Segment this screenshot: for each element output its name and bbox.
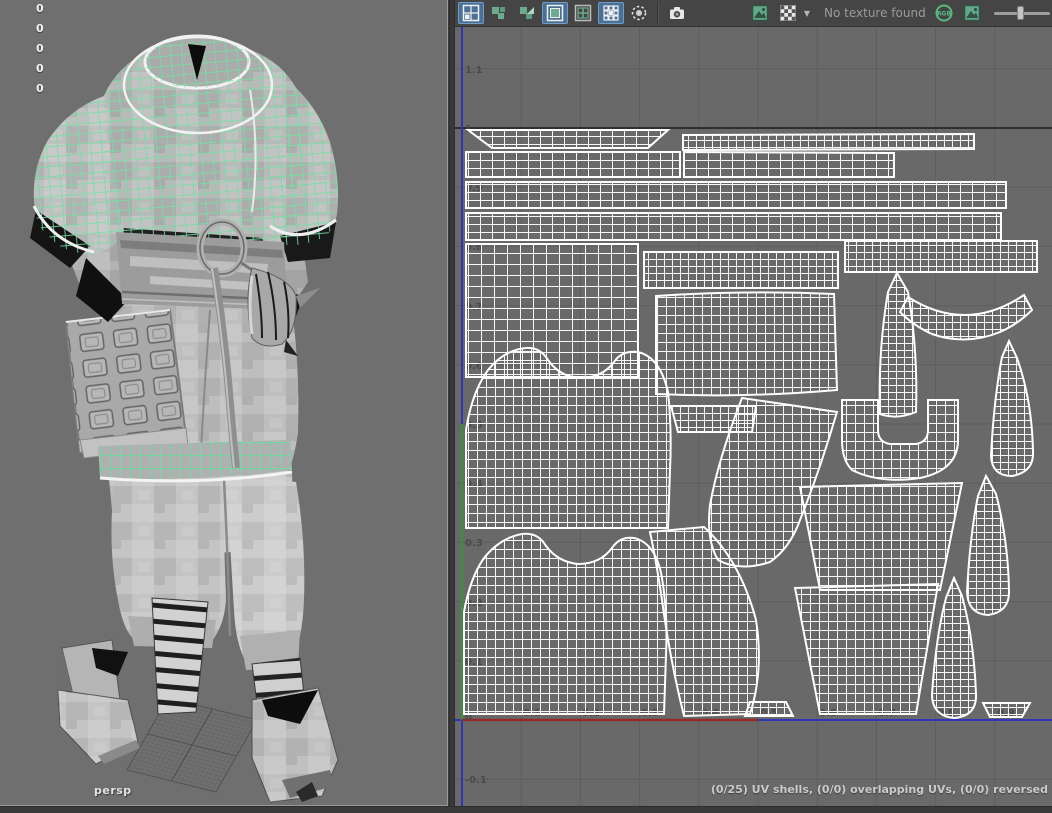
- uv-shell[interactable]: [983, 703, 1030, 717]
- uv-cut-sew-button[interactable]: [514, 2, 540, 24]
- uv-shell[interactable]: [466, 213, 1001, 240]
- svg-text:0.3: 0.3: [465, 538, 483, 549]
- uv-shell[interactable]: [684, 152, 894, 177]
- hud-counter: 0: [36, 42, 44, 62]
- shade-uvs-button[interactable]: [626, 2, 652, 24]
- uv-blocks-cut-icon: [520, 7, 534, 19]
- character-mesh[interactable]: [30, 36, 338, 802]
- uv-snapshot-button[interactable]: [664, 2, 690, 24]
- persp-viewport[interactable]: 00000 persp: [0, 0, 448, 806]
- pixel-grid-icon: [604, 6, 618, 20]
- uv-shell[interactable]: [464, 534, 667, 714]
- uv-editor-panel: ▼ No texture found RGB: [455, 0, 1052, 813]
- display-image-icon: [548, 6, 563, 21]
- uv-layout-blocks-button[interactable]: [486, 2, 512, 24]
- hud-counter: 0: [36, 2, 44, 22]
- slider-handle[interactable]: [1017, 6, 1024, 20]
- uv-shell[interactable]: [466, 244, 638, 377]
- uv-shell[interactable]: [466, 348, 671, 528]
- image-ratio-icon: [965, 6, 980, 21]
- hip-armor-plate: [66, 310, 188, 458]
- image-ratio-button[interactable]: [959, 2, 985, 24]
- uv-shell[interactable]: [656, 292, 837, 395]
- hud-counter: 0: [36, 62, 44, 82]
- uv-shell[interactable]: [745, 702, 793, 716]
- checker-map-icon: [780, 6, 795, 21]
- uv-canvas[interactable]: 1.110.90.80.70.60.50.40.30.20.10-0.10.10…: [455, 27, 1052, 806]
- character-model: [0, 0, 448, 806]
- hud-counter: 0: [36, 82, 44, 102]
- uv-shell[interactable]: [468, 130, 668, 148]
- skirt-green-trim: [98, 440, 292, 481]
- pixel-snap-button[interactable]: [598, 2, 624, 24]
- uv-tiles-button[interactable]: [458, 2, 484, 24]
- uv-shell[interactable]: [644, 252, 838, 288]
- texture-name-label: No texture found: [824, 6, 920, 20]
- uv-blocks-icon: [492, 7, 505, 19]
- uv-statistics-status: (0/25) UV shells, (0/0) overlapping UVs,…: [711, 783, 1048, 796]
- chevron-down-icon[interactable]: ▼: [804, 9, 810, 18]
- uv-tiles-icon: [464, 6, 479, 21]
- uv-shells: [464, 130, 1037, 718]
- uv-shell[interactable]: [466, 152, 680, 177]
- uv-editor-toolbar: ▼ No texture found RGB: [455, 0, 1052, 27]
- rgb-channels-button[interactable]: RGB: [931, 2, 957, 24]
- hud-counter: 0: [36, 22, 44, 42]
- uv-shell[interactable]: [800, 483, 962, 590]
- texture-image-icon: [752, 6, 767, 21]
- toolbar-separator: [657, 3, 659, 23]
- svg-text:RGB: RGB: [937, 11, 952, 18]
- display-grid-image-icon: [576, 6, 591, 21]
- uv-shell[interactable]: [795, 584, 938, 714]
- image-dim-slider[interactable]: [994, 5, 1050, 21]
- uv-shell[interactable]: [845, 241, 1037, 272]
- uv-snapshot-icon: [670, 7, 684, 19]
- svg-text:-0.1: -0.1: [465, 775, 487, 786]
- uv-shell[interactable]: [683, 134, 974, 150]
- display-grid-image-button[interactable]: [570, 2, 596, 24]
- svg-text:1.1: 1.1: [465, 65, 483, 76]
- rgb-channels-icon: RGB: [937, 6, 952, 21]
- camera-name-label: persp: [94, 784, 132, 797]
- uv-shell[interactable]: [466, 182, 1006, 208]
- shade-uvs-icon: [633, 7, 646, 20]
- texture-image-button[interactable]: [747, 2, 773, 24]
- heads-up-display-counters: 00000: [36, 2, 44, 102]
- window-bottom-strip: [0, 806, 1052, 813]
- checker-map-button[interactable]: [775, 2, 801, 24]
- maya-uv-editing-workspace: 00000 persp: [0, 0, 1052, 813]
- uv-space: 1.110.90.80.70.60.50.40.30.20.10-0.10.10…: [455, 27, 1052, 806]
- display-image-button[interactable]: [542, 2, 568, 24]
